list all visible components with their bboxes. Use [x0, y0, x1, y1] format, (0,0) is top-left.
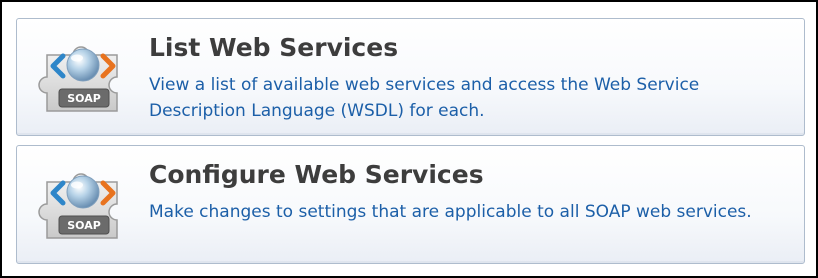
configure-web-services-option[interactable]: SOAP Configure Web Services Make changes…: [16, 145, 805, 264]
list-web-services-option[interactable]: SOAP List Web Services View a list of av…: [16, 18, 805, 136]
svg-text:SOAP: SOAP: [67, 219, 101, 232]
soap-web-service-icon: SOAP: [38, 46, 118, 112]
configure-web-services-title[interactable]: Configure Web Services: [149, 160, 484, 189]
soap-web-service-icon: SOAP: [38, 173, 118, 239]
web-services-dialog: SOAP List Web Services View a list of av…: [0, 0, 818, 278]
list-web-services-description: View a list of available web services an…: [149, 75, 700, 121]
configure-web-services-description: Make changes to settings that are applic…: [149, 202, 752, 222]
svg-text:SOAP: SOAP: [67, 92, 101, 105]
list-web-services-title[interactable]: List Web Services: [149, 33, 398, 62]
